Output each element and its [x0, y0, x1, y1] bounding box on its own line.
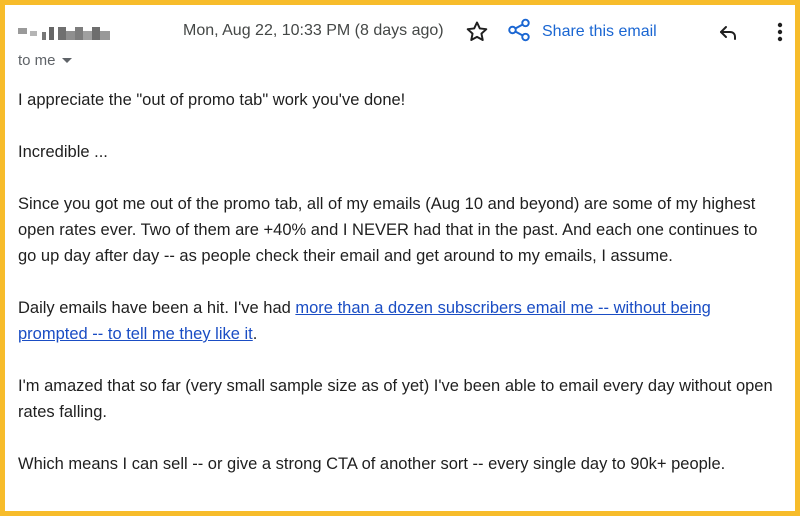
- email-date: Mon, Aug 22, 10:33 PM (8 days ago): [183, 22, 444, 39]
- paragraph-4-text-after: .: [252, 325, 258, 343]
- share-label: Share this email: [542, 23, 657, 40]
- paragraph-5: I'm amazed that so far (very small sampl…: [18, 377, 773, 421]
- paragraph-6: Which means I can sell -- or give a stro…: [18, 455, 726, 473]
- caret-down-icon: [61, 58, 72, 63]
- more-vert-icon[interactable]: [773, 20, 787, 44]
- paragraph-4-text-before: Daily emails have been a hit. I've had: [18, 299, 296, 317]
- email-header: Mon, Aug 22, 10:33 PM (8 days ago) Share…: [5, 5, 795, 75]
- recipient-details-toggle[interactable]: to me: [18, 52, 72, 69]
- email-body: I appreciate the "out of promo tab" work…: [18, 87, 780, 503]
- paragraph-3: Since you got me out of the promo tab, a…: [18, 195, 758, 265]
- paragraph-2: Incredible ...: [18, 143, 108, 161]
- share-this-email-button[interactable]: Share this email: [506, 17, 657, 48]
- share-icon: [506, 17, 532, 48]
- star-icon[interactable]: [464, 19, 490, 45]
- email-frame: Mon, Aug 22, 10:33 PM (8 days ago) Share…: [0, 0, 800, 516]
- recipient-label: to me: [18, 52, 56, 69]
- sender-name-redacted[interactable]: [18, 22, 118, 42]
- paragraph-1: I appreciate the "out of promo tab" work…: [18, 91, 406, 109]
- paragraph-4: Daily emails have been a hit. I've had m…: [18, 295, 780, 347]
- reply-icon[interactable]: [716, 20, 740, 44]
